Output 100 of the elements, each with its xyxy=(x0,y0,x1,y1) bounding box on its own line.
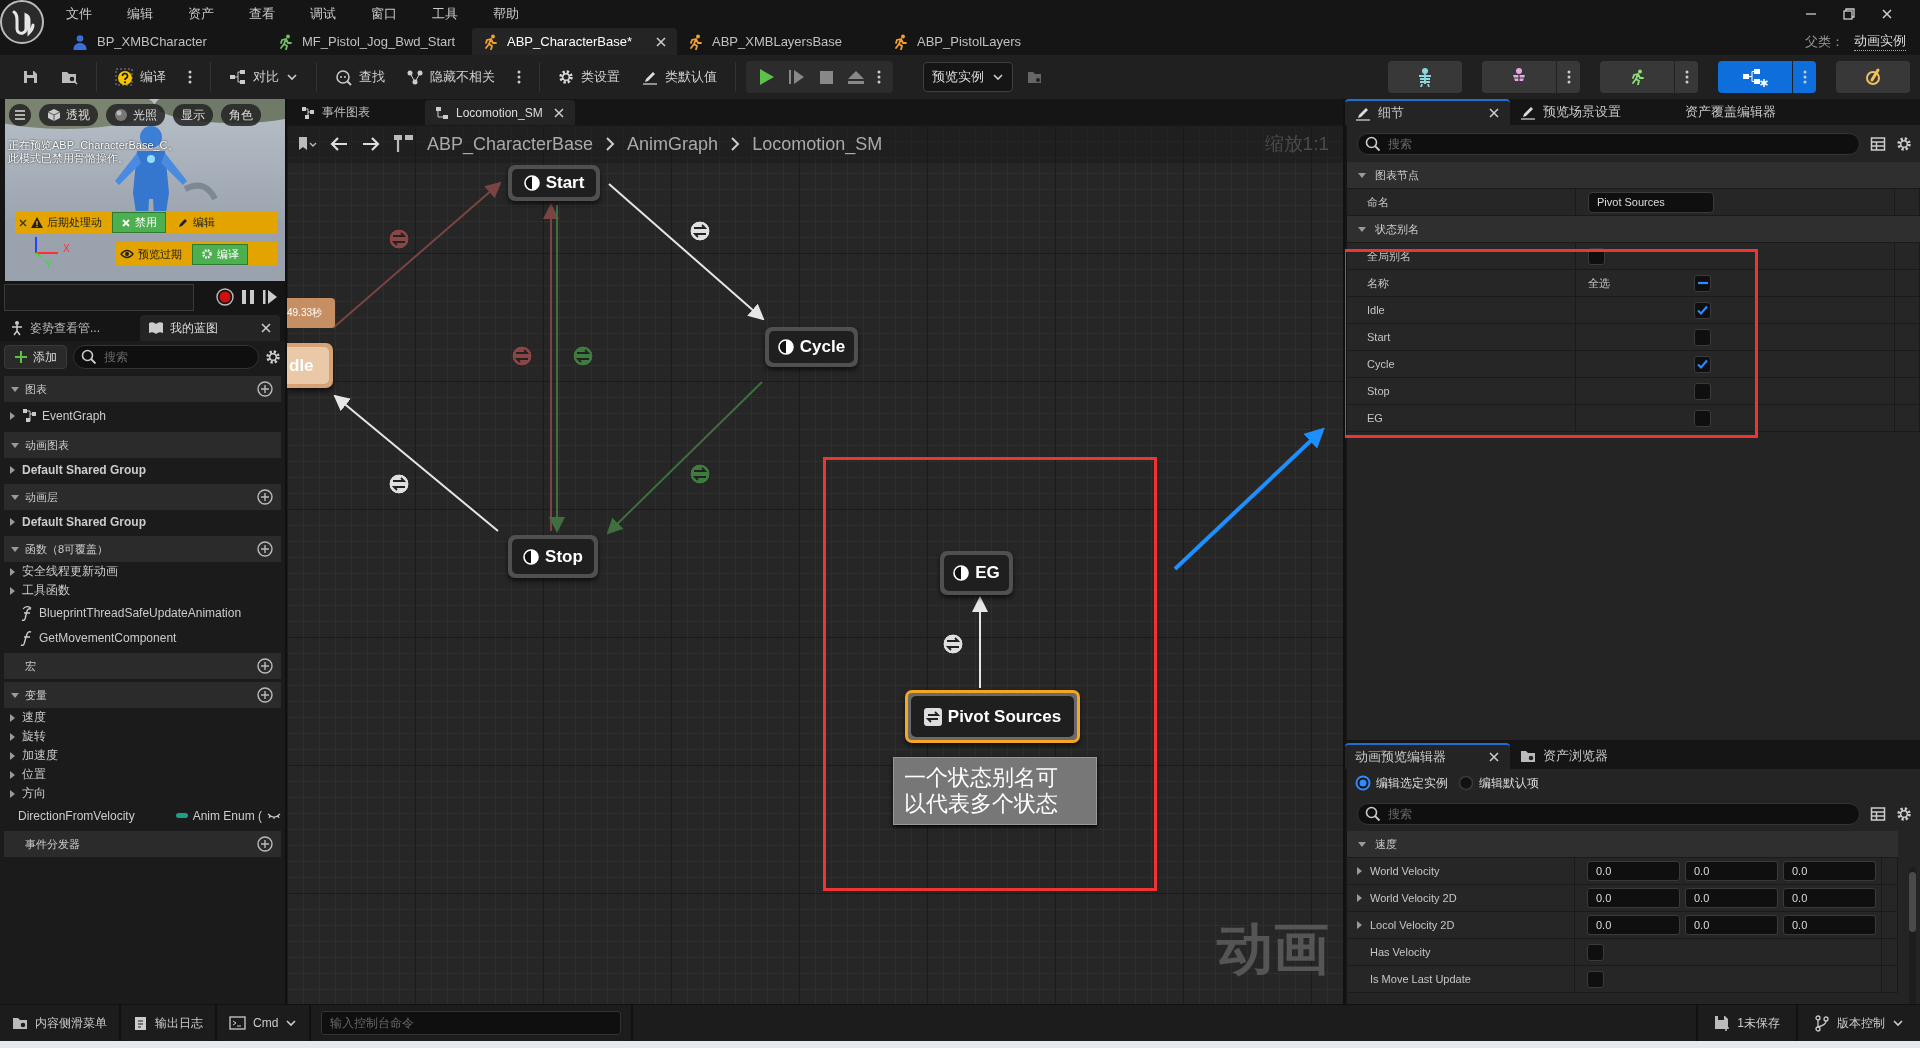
settings-icon[interactable] xyxy=(1896,806,1912,822)
breadcrumb-link[interactable]: Locomotion_SM xyxy=(752,133,883,155)
menu-item[interactable]: 调试 xyxy=(310,5,351,23)
edit-button[interactable]: 编辑 xyxy=(169,212,223,233)
find-button[interactable]: 查找 xyxy=(327,61,393,93)
add-icon[interactable] xyxy=(257,687,273,703)
document-tab[interactable]: MF_Pistol_Jog_Bwd_Start xyxy=(267,28,472,55)
hide-unrelated-button[interactable]: 隐藏不相关 xyxy=(399,61,503,93)
forward-icon[interactable] xyxy=(361,135,381,153)
tree-item[interactable]: DirectionFromVelocity Anim Enum ( xyxy=(4,803,281,828)
menu-item[interactable]: 查看 xyxy=(249,5,290,23)
tree-item[interactable]: 加速度 xyxy=(4,746,281,765)
graph-mode-button[interactable] xyxy=(1718,61,1792,93)
columns-icon[interactable] xyxy=(1870,806,1886,822)
radio-option[interactable]: 编辑选定实例 xyxy=(1355,774,1448,792)
section-header[interactable]: 状态别名 xyxy=(1347,216,1920,243)
alias-node[interactable]: Pivot Sources xyxy=(905,690,1080,743)
section-header[interactable]: 宏 xyxy=(4,653,281,679)
document-tab[interactable]: BP_XMBCharacter xyxy=(62,28,267,55)
physics-mode-button[interactable] xyxy=(1836,61,1910,93)
transition-icon[interactable] xyxy=(689,220,711,242)
checkbox[interactable] xyxy=(1694,409,1711,427)
document-tab[interactable]: ABP_XMBLayersBase xyxy=(677,28,882,55)
tree-item[interactable]: 位置 xyxy=(4,765,281,784)
record-button[interactable] xyxy=(216,288,234,306)
tree-item[interactable]: EventGraph xyxy=(4,402,281,429)
add-icon[interactable] xyxy=(257,381,273,397)
columns-icon[interactable] xyxy=(1870,135,1886,152)
step-forward-button[interactable] xyxy=(262,288,278,306)
section-header[interactable]: 速度 xyxy=(1347,831,1898,858)
state-node[interactable]: Cycle xyxy=(765,327,858,367)
class-defaults-button[interactable]: 类默认值 xyxy=(634,61,725,93)
transition-icon[interactable] xyxy=(942,633,964,655)
number-field[interactable]: 0.0 xyxy=(1685,861,1778,881)
panel-tab[interactable]: 预览场景设置 xyxy=(1510,99,1675,125)
viewport-option-button[interactable]: 透视 xyxy=(39,104,98,126)
back-icon[interactable] xyxy=(329,135,349,153)
checkbox[interactable] xyxy=(1694,382,1711,400)
pause-button[interactable] xyxy=(240,288,256,306)
section-header[interactable]: 函数（8可覆盖） xyxy=(4,536,281,562)
tree-item[interactable]: Default Shared Group xyxy=(4,458,281,481)
tree-item[interactable]: 速度 xyxy=(4,708,281,727)
hidden-eye-icon[interactable] xyxy=(267,811,281,820)
panel-tab[interactable]: 我的蓝图 xyxy=(140,315,280,341)
number-field[interactable]: 0.0 xyxy=(1783,915,1876,935)
state-node[interactable]: Stop xyxy=(508,535,598,578)
checkbox[interactable] xyxy=(1694,301,1711,319)
panel-tab[interactable]: 姿势查看管... xyxy=(0,315,140,341)
viewport-option-button[interactable]: 显示 xyxy=(173,104,213,126)
diff-button[interactable]: 对比 xyxy=(221,61,306,93)
tree-item[interactable]: BlueprintThreadSafeUpdateAnimation xyxy=(4,600,281,625)
panel-tab[interactable]: 资产覆盖编辑器 xyxy=(1675,99,1840,125)
add-button[interactable]: 添加 xyxy=(4,345,67,369)
number-field[interactable]: 0.0 xyxy=(1587,915,1680,935)
more-button[interactable] xyxy=(1792,61,1816,93)
bookmark-icon[interactable] xyxy=(297,136,317,152)
checkbox[interactable] xyxy=(1587,970,1604,988)
section-header[interactable]: 图表节点 xyxy=(1347,162,1920,189)
breadcrumb-link[interactable]: AnimGraph xyxy=(627,133,719,155)
document-tab[interactable]: ABP_CharacterBase* xyxy=(472,28,677,55)
tree-item[interactable]: GetMovementComponent xyxy=(4,625,281,650)
add-icon[interactable] xyxy=(257,836,273,852)
panel-tab[interactable]: 资产浏览器 xyxy=(1510,743,1675,769)
add-icon[interactable] xyxy=(257,489,273,505)
transition-icon[interactable] xyxy=(388,473,410,495)
add-icon[interactable] xyxy=(257,658,273,674)
compile-button[interactable]: 编译 xyxy=(107,61,174,93)
checkbox[interactable] xyxy=(1587,943,1604,961)
number-field[interactable]: 0.0 xyxy=(1587,861,1680,881)
number-field[interactable]: 0.0 xyxy=(1685,915,1778,935)
search-field[interactable]: 搜索 xyxy=(1357,132,1860,155)
preview-instance-dropdown[interactable]: 预览实例 xyxy=(923,62,1013,92)
menu-item[interactable]: 资产 xyxy=(188,5,229,23)
section-header[interactable]: 事件分发器 xyxy=(4,831,281,857)
add-icon[interactable] xyxy=(257,541,273,557)
state-node[interactable]: Start xyxy=(508,165,600,201)
section-header[interactable]: 动画层 xyxy=(4,484,281,510)
section-header[interactable]: 动画图表 xyxy=(4,432,281,458)
settings-icon[interactable] xyxy=(265,349,281,365)
search-field[interactable]: 搜索 xyxy=(1357,803,1860,825)
checkbox[interactable] xyxy=(1694,328,1711,346)
menu-item[interactable]: 帮助 xyxy=(493,5,534,23)
animation-mode-button[interactable] xyxy=(1600,61,1674,93)
timeline-field[interactable] xyxy=(4,283,194,311)
search-field[interactable]: 搜索 xyxy=(73,345,259,369)
menu-item[interactable]: 工具 xyxy=(432,5,473,23)
class-settings-button[interactable]: 类设置 xyxy=(550,61,628,93)
radio-option[interactable]: 编辑默认项 xyxy=(1458,774,1539,792)
panel-tab[interactable]: 细节 xyxy=(1345,99,1510,125)
tree-item[interactable]: 旋转 xyxy=(4,727,281,746)
section-header[interactable]: 变量 xyxy=(4,682,281,708)
menu-item[interactable]: 文件 xyxy=(66,5,107,23)
document-tab[interactable]: ABP_PistolLayers xyxy=(882,28,1087,55)
settings-icon[interactable] xyxy=(1896,135,1912,152)
close-icon[interactable] xyxy=(19,218,27,227)
number-field[interactable]: 0.0 xyxy=(1783,888,1876,908)
name-field[interactable]: Pivot Sources xyxy=(1588,191,1714,213)
number-field[interactable]: 0.0 xyxy=(1783,861,1876,881)
console-field[interactable]: 输入控制台命令 xyxy=(321,1011,622,1035)
section-header[interactable]: 图表 xyxy=(4,376,281,402)
